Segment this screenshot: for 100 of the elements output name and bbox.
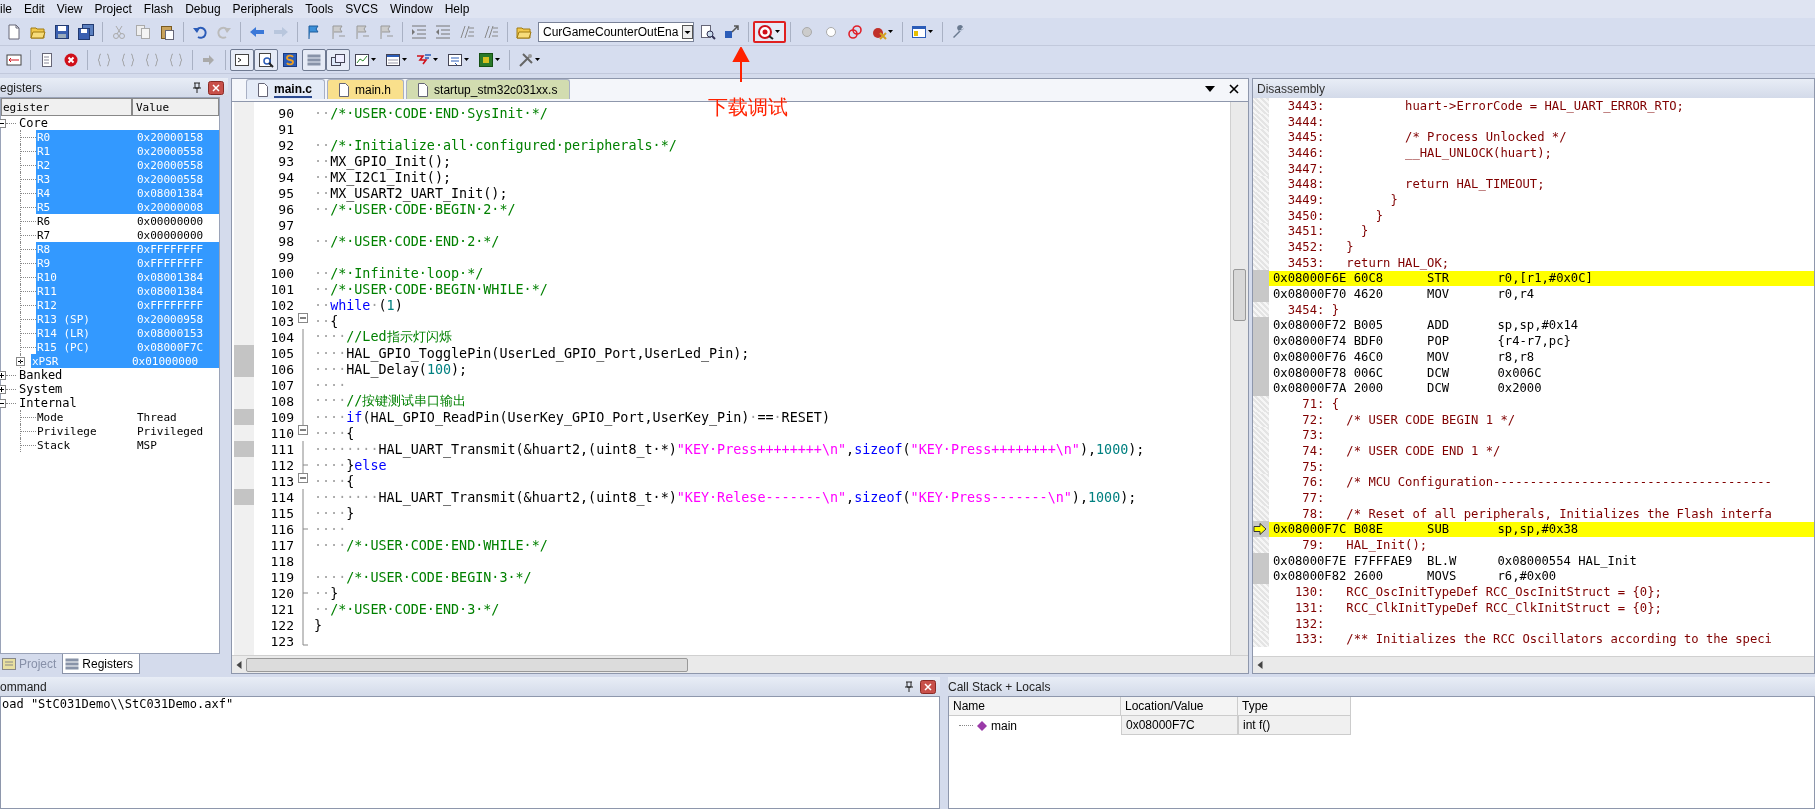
expand-toggle-icon[interactable] [16,356,25,366]
comment-icon[interactable] [483,23,499,40]
register-row[interactable]: Privilege Privileged [36,424,219,438]
analysis-icon[interactable] [447,51,463,68]
collapse-toggle-icon[interactable] [0,398,6,408]
collapse-toggle-icon[interactable] [0,384,6,394]
flag-icon[interactable] [306,23,322,40]
close-icon[interactable] [208,80,224,95]
menu-item[interactable]: Peripherals [226,2,300,16]
collapse-toggle-icon[interactable] [0,370,6,380]
register-row[interactable]: R7 0x00000000 [36,228,219,242]
document-icon[interactable] [39,51,55,68]
register-name: R10 [36,270,58,284]
register-name: R8 [36,242,52,256]
close-icon[interactable] [920,679,936,694]
scrollbar-thumb[interactable] [246,657,688,672]
call-stack-window-button[interactable] [326,48,350,71]
fold-toggle-icon[interactable] [298,425,308,435]
register-row[interactable]: Mode Thread [36,410,219,424]
save-all-icon[interactable] [78,23,94,40]
horizontal-scrollbar[interactable] [1253,656,1814,673]
menu-item[interactable]: ile [0,2,18,16]
line-number: 106 [269,361,294,377]
code-line: ··/*·USER·CODE·END·3·*/ [314,601,500,617]
watch-icon[interactable] [354,51,370,68]
column-header[interactable]: Value [132,98,219,116]
vertical-scrollbar[interactable] [1230,102,1248,655]
rings-icon[interactable] [847,23,864,40]
source-line-number: 133: [1294,632,1325,647]
caret-icon[interactable] [370,57,377,62]
debug-settings-icon[interactable] [724,23,741,40]
tree-group[interactable]: Internal [16,396,77,410]
caret-icon[interactable] [534,57,541,62]
instruction-opcode: 2600 [1353,569,1385,584]
instruction-operand: 0x2000 [1497,381,1542,396]
target-dropdown[interactable]: CurGameCounterOutEna [538,21,695,42]
menu-item[interactable]: Window [384,2,439,16]
fold-toggle-icon[interactable] [298,473,308,483]
scroll-left-icon[interactable] [1257,661,1263,669]
line-number: 99 [277,249,294,265]
menu-item[interactable]: Project [88,2,138,16]
column-header[interactable]: Location/Value [1121,697,1238,716]
menu-item[interactable]: SVCS [339,2,384,16]
line-number: 95 [277,185,294,201]
scroll-left-icon[interactable] [236,660,242,669]
menu-item[interactable]: Help [438,2,476,16]
instruction-mnemonic: ADD [1427,318,1451,333]
dropdown-icon[interactable] [1204,84,1216,94]
source-line-number: 3454: [1286,302,1325,317]
column-header[interactable]: Type [1238,697,1351,716]
find-in-files-icon[interactable] [700,23,717,40]
memory-icon[interactable] [385,51,401,68]
comment-icon[interactable] [459,23,475,40]
tree-group[interactable]: Core [16,116,48,130]
horizontal-scrollbar[interactable] [232,655,1248,673]
file-tab[interactable]: main.c [246,79,325,99]
source-line-number: 76: [1301,475,1325,490]
column-header[interactable]: Name [949,697,1121,716]
register-row[interactable]: Stack MSP [36,438,219,452]
file-tab[interactable]: main.h [327,79,405,99]
source-line-number: 3443: [1286,98,1325,113]
collapse-toggle-icon[interactable] [0,118,6,128]
stop-icon[interactable] [63,51,79,68]
panel-title: egisters [0,80,44,95]
close-icon[interactable] [1228,83,1240,95]
menu-item[interactable]: Debug [179,2,227,16]
window-layout-icon[interactable] [911,23,928,40]
caret-icon[interactable] [463,57,470,62]
command-window-button[interactable] [230,48,254,71]
file-icon [338,82,350,97]
pin-icon[interactable] [904,680,914,693]
caret-icon[interactable] [927,29,935,34]
toolbox-icon[interactable] [518,51,534,68]
reset-icon[interactable] [6,51,22,68]
pin-icon[interactable] [192,81,202,94]
caret-icon[interactable] [432,57,439,62]
new-file-icon[interactable] [6,23,22,40]
file-icon [257,82,269,97]
source-line-number: 75: [1301,459,1325,474]
caret-icon[interactable] [401,57,408,62]
column-header[interactable]: egister [1,98,132,116]
tree-group[interactable]: Banked [16,368,63,382]
caret-icon[interactable] [887,29,895,34]
tree-group[interactable]: System [16,382,63,396]
caret-icon[interactable] [494,57,501,62]
menu-item[interactable]: Tools [299,2,340,16]
menu-item[interactable]: Edit [18,2,51,16]
menu-item[interactable]: View [50,2,89,16]
disassembly-window-button[interactable] [254,48,278,71]
debug-button[interactable] [753,20,787,43]
save-icon[interactable] [54,23,70,40]
source-line-number: 71: [1301,396,1325,411]
fold-toggle-icon[interactable] [298,313,308,323]
panel-tab[interactable]: Registers [62,654,141,674]
register-row[interactable]: R6 0x00000000 [36,214,219,228]
menu-item[interactable]: Flash [137,2,180,16]
file-tab[interactable]: startup_stm32c031xx.s [406,79,571,99]
trace-icon[interactable] [478,51,494,68]
paste-icon[interactable] [159,23,175,40]
registers-window-button[interactable] [302,48,326,71]
